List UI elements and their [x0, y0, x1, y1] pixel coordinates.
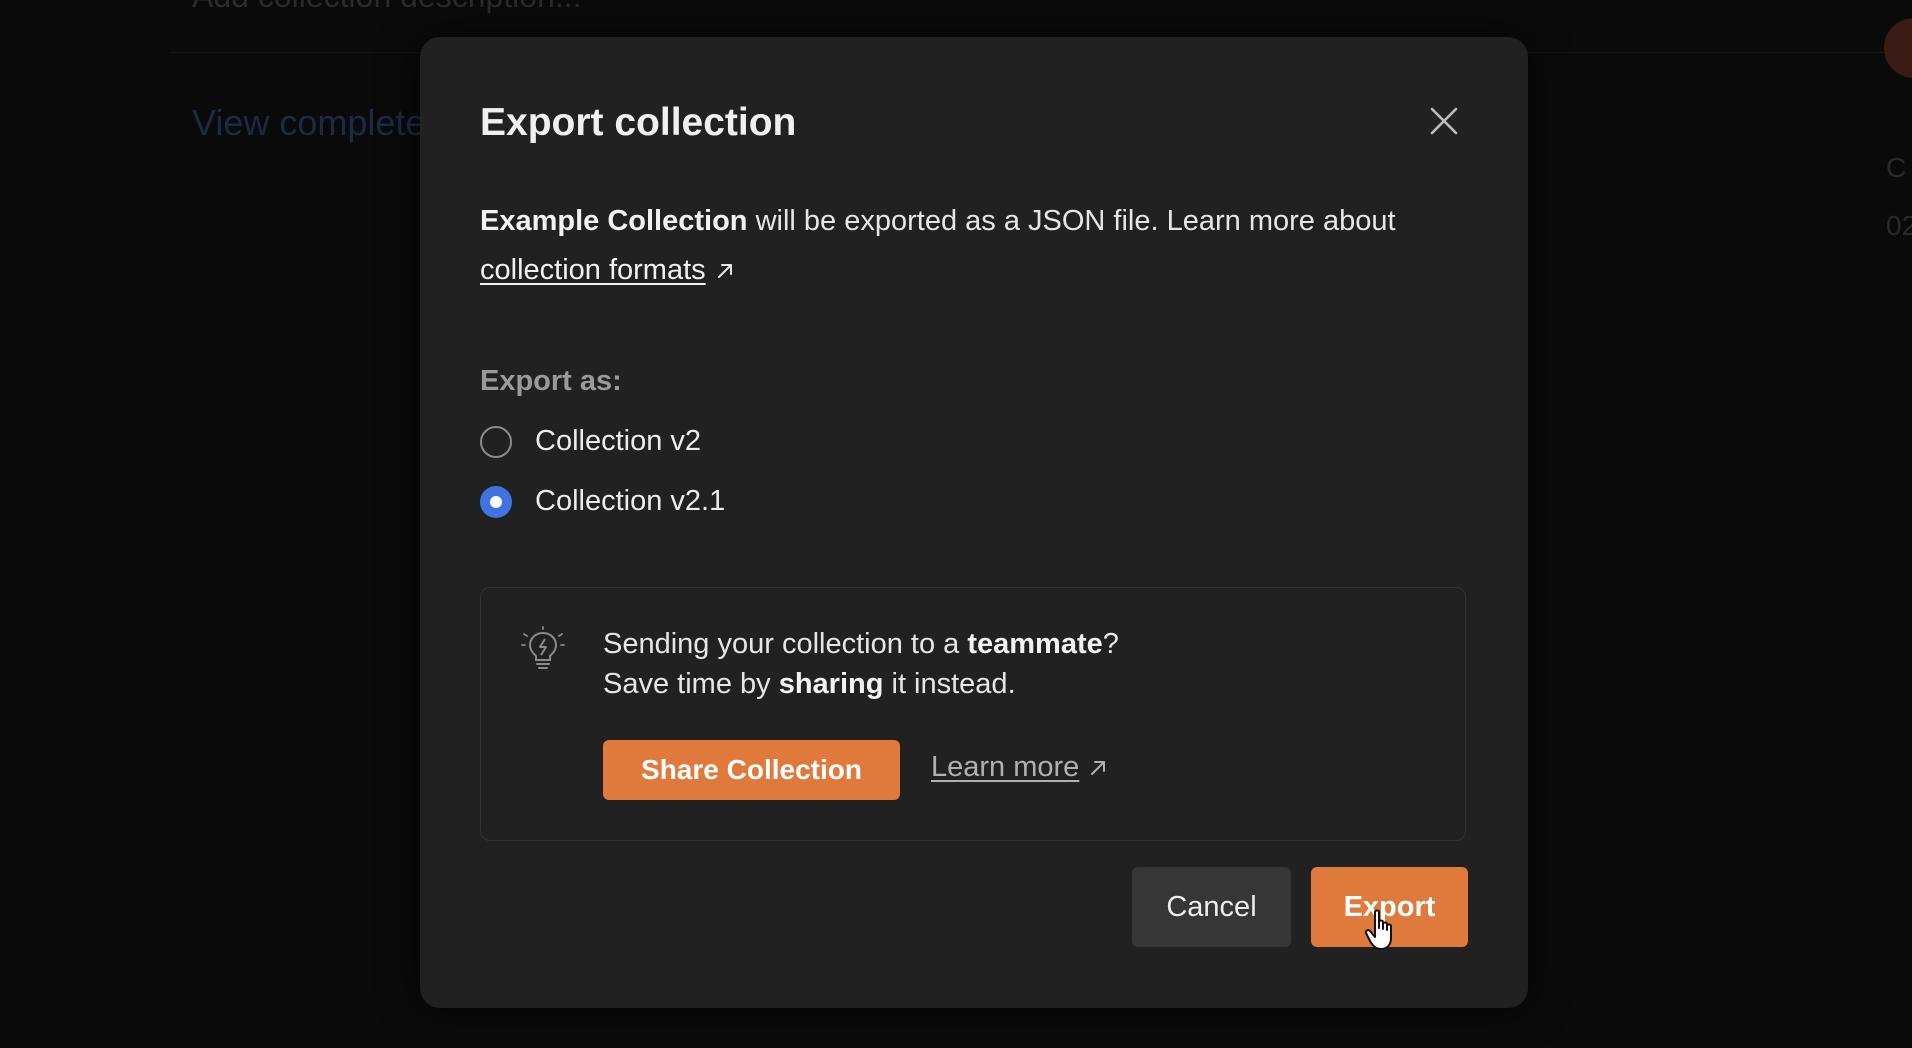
learn-more-label: Learn more: [931, 751, 1080, 783]
external-link-icon: [717, 264, 732, 279]
side-panel-text: C: [1886, 152, 1907, 183]
tip-line2-bold: sharing: [778, 668, 884, 700]
collection-description-placeholder: Add collection description...: [192, 0, 582, 15]
description-text: will be exported as a JSON file. Learn m…: [747, 205, 1396, 237]
side-panel-value: 02: [1886, 210, 1912, 241]
export-collection-dialog: Export collection Example Collection wil…: [420, 37, 1528, 1008]
lightbulb-icon: [521, 626, 565, 669]
share-collection-button[interactable]: Share Collection: [603, 740, 900, 800]
avatar[interactable]: [1884, 18, 1912, 78]
radio-button-checked[interactable]: [480, 485, 512, 518]
close-button[interactable]: [1420, 97, 1468, 145]
radio-button-unchecked[interactable]: [480, 425, 512, 458]
dialog-title: Export collection: [480, 101, 797, 144]
tip-line1-text: Sending your collection to a: [603, 628, 968, 660]
radio-collection-v2-1[interactable]: Collection v2.1: [480, 485, 725, 518]
collection-formats-link[interactable]: collection formats: [480, 254, 706, 286]
cancel-button[interactable]: Cancel: [1132, 867, 1291, 947]
collection-name: Example Collection: [480, 205, 748, 237]
export-description: Example Collection will be exported as a…: [480, 197, 1490, 295]
export-button[interactable]: Export: [1311, 867, 1468, 947]
learn-more-link[interactable]: Learn more: [931, 751, 1107, 784]
tip-line1-suffix: ?: [1102, 628, 1119, 660]
tip-line1-bold: teammate: [967, 628, 1103, 660]
tip-message: Sending your collection to a teammate? S…: [603, 624, 1119, 704]
radio-label: Collection v2: [535, 425, 702, 457]
tip-line2-text: Save time by: [603, 668, 779, 700]
close-icon: [1430, 107, 1458, 135]
external-link-icon: [1091, 760, 1106, 775]
export-as-label: Export as:: [480, 365, 622, 397]
view-complete-link[interactable]: View complete: [192, 102, 425, 144]
radio-label: Collection v2.1: [535, 485, 726, 517]
share-tip-box: Sending your collection to a teammate? S…: [480, 587, 1466, 841]
radio-collection-v2[interactable]: Collection v2: [480, 425, 701, 458]
tip-line2-suffix: it instead.: [883, 668, 1016, 700]
